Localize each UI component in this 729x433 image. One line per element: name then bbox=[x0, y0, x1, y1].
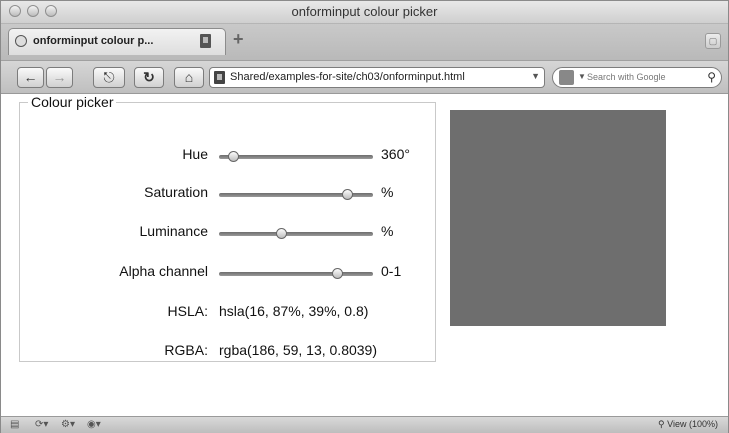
navigation-toolbar: ← → ⎋ ↻ ⌂ Shared/examples-for-site/ch03/… bbox=[1, 61, 728, 94]
page-content: Colour picker Hue Saturation Luminance A… bbox=[1, 94, 728, 416]
alpha-slider[interactable] bbox=[219, 268, 373, 279]
tab-strip: onforminput colour p... + ▢ bbox=[1, 24, 728, 61]
settings-icon[interactable]: ◉▾ bbox=[87, 419, 101, 430]
back-button[interactable]: ← bbox=[17, 67, 44, 88]
search-engine-icon[interactable] bbox=[559, 70, 574, 85]
url-text: Shared/examples-for-site/ch03/onforminpu… bbox=[230, 71, 465, 83]
chevron-down-icon[interactable]: ▼ bbox=[531, 71, 540, 81]
hue-slider-thumb[interactable] bbox=[228, 151, 240, 162]
alpha-label: Alpha channel bbox=[119, 263, 208, 279]
tab-favicon-icon bbox=[15, 35, 27, 47]
zoom-level[interactable]: ⚲ View (100%) bbox=[658, 419, 718, 430]
hsla-output: hsla(16, 87%, 39%, 0.8) bbox=[219, 303, 369, 319]
luminance-unit: % bbox=[381, 223, 394, 239]
hue-label: Hue bbox=[182, 146, 208, 162]
label-column: Hue Saturation Luminance Alpha channel H… bbox=[60, 110, 208, 361]
hue-unit: 360° bbox=[381, 146, 410, 162]
alpha-slider-thumb[interactable] bbox=[332, 268, 344, 279]
luminance-slider[interactable] bbox=[219, 228, 373, 239]
sync-icon[interactable]: ⟳▾ bbox=[35, 419, 48, 430]
luminance-label: Luminance bbox=[139, 223, 209, 239]
tab-label: onforminput colour p... bbox=[33, 35, 154, 47]
page-icon bbox=[200, 34, 211, 48]
password-button[interactable]: ⎋ bbox=[93, 67, 125, 88]
luminance-slider-thumb[interactable] bbox=[275, 228, 287, 239]
back-arrow-icon: ← bbox=[23, 69, 38, 85]
chevron-down-icon[interactable]: ▼ bbox=[578, 72, 586, 81]
hsla-label: HSLA: bbox=[167, 303, 208, 319]
home-button[interactable]: ⌂ bbox=[174, 67, 204, 88]
search-bar[interactable]: ▼ Search with Google ⚲ bbox=[552, 67, 722, 88]
status-bar: ▤ ⟳▾ ⚙▾ ◉▾ ⚲ View (100%) bbox=[1, 416, 728, 433]
forward-button[interactable]: → bbox=[46, 67, 73, 88]
tools-icon[interactable]: ⚙▾ bbox=[61, 419, 75, 430]
fieldset-legend: Colour picker bbox=[31, 94, 114, 110]
search-icon[interactable]: ⚲ bbox=[707, 70, 716, 84]
sidebar-toggle-icon[interactable]: ▤ bbox=[10, 419, 19, 430]
saturation-slider-thumb[interactable] bbox=[342, 189, 354, 200]
rgba-label: RGBA: bbox=[164, 342, 208, 358]
reload-icon: ↻ bbox=[143, 69, 155, 85]
title-bar: onforminput colour picker bbox=[1, 1, 728, 24]
browser-window: onforminput colour picker onforminput co… bbox=[0, 0, 729, 433]
saturation-label: Saturation bbox=[144, 184, 208, 200]
window-title: onforminput colour picker bbox=[291, 4, 438, 19]
hue-slider[interactable] bbox=[219, 151, 373, 162]
search-input[interactable]: Search with Google bbox=[587, 72, 666, 82]
page-icon bbox=[214, 71, 225, 84]
key-icon: ⎋ bbox=[103, 69, 115, 85]
tab-list-button[interactable]: ▢ bbox=[705, 33, 721, 49]
saturation-slider[interactable] bbox=[219, 189, 373, 200]
home-icon: ⌂ bbox=[184, 69, 194, 85]
zoom-level-text: View (100%) bbox=[667, 419, 718, 429]
tab-onforminput[interactable]: onforminput colour p... bbox=[8, 28, 226, 55]
colour-picker-fieldset: Colour picker Hue Saturation Luminance A… bbox=[19, 94, 436, 362]
new-tab-plus-icon[interactable]: + bbox=[233, 30, 244, 48]
forward-arrow-icon: → bbox=[52, 69, 67, 85]
alpha-unit: 0-1 bbox=[381, 263, 402, 279]
rgba-output: rgba(186, 59, 13, 0.8039) bbox=[219, 342, 378, 358]
colour-preview-swatch bbox=[450, 110, 666, 326]
saturation-unit: % bbox=[381, 184, 394, 200]
reload-button[interactable]: ↻ bbox=[134, 67, 164, 88]
address-bar[interactable]: Shared/examples-for-site/ch03/onforminpu… bbox=[209, 67, 545, 88]
